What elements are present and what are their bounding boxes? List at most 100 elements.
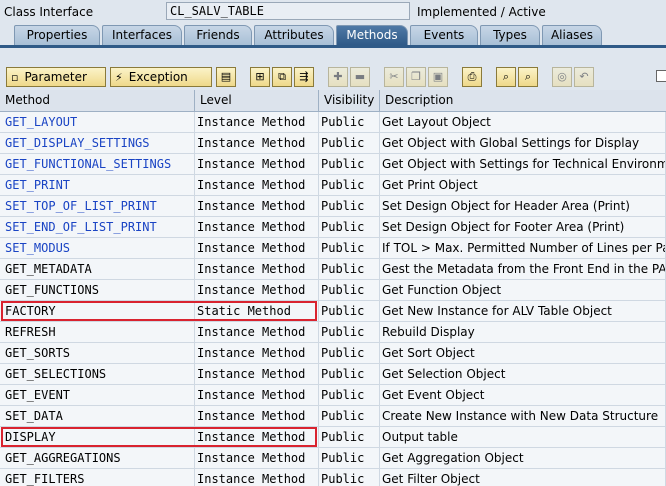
tab-types[interactable]: Types: [480, 25, 540, 45]
level-cell: Instance Method: [195, 322, 319, 342]
method-cell[interactable]: GET_SELECTIONS: [0, 364, 195, 384]
insert-icon[interactable]: ⊞: [250, 67, 270, 87]
table-row[interactable]: DISPLAY Instance Method Public Output table: [0, 427, 666, 448]
table-row[interactable]: FACTORY Static Method Public Get New Instan…: [0, 301, 666, 322]
description-cell: Create New Instance with New Data Struct…: [380, 406, 666, 426]
visibility-cell: Public: [319, 448, 380, 468]
tab-methods[interactable]: Methods: [336, 25, 408, 45]
clipboard-icon[interactable]: ▣: [428, 67, 448, 87]
level-cell: Instance Method: [195, 385, 319, 405]
table-row[interactable]: GET_LAYOUT Instance Method Public Get Layou…: [0, 112, 666, 133]
description-cell: Set Design Object for Footer Area (Print…: [380, 217, 666, 237]
level-cell: Instance Method: [195, 406, 319, 426]
description-cell: Set Design Object for Header Area (Print…: [380, 196, 666, 216]
visibility-cell: Public: [319, 322, 380, 342]
find-icon[interactable]: ⌕: [496, 67, 516, 87]
visibility-cell: Public: [319, 427, 380, 447]
method-cell[interactable]: GET_METADATA: [0, 259, 195, 279]
method-cell[interactable]: GET_SORTS: [0, 343, 195, 363]
cut-icon[interactable]: ✂: [384, 67, 404, 87]
delete-icon[interactable]: ▬: [350, 67, 370, 87]
table-row[interactable]: GET_PRINT Instance Method Public Get Print …: [0, 175, 666, 196]
tab-events[interactable]: Events: [410, 25, 478, 45]
table-row[interactable]: GET_FUNCTIONS Instance Method Public Get Fu…: [0, 280, 666, 301]
level-cell: Static Method: [195, 301, 319, 321]
table-row[interactable]: SET_DATA Instance Method Public Create New …: [0, 406, 666, 427]
description-cell: Get Event Object: [380, 385, 666, 405]
method-cell[interactable]: GET_EVENT: [0, 385, 195, 405]
method-cell[interactable]: GET_FILTERS: [0, 469, 195, 486]
column-header-level[interactable]: Level: [195, 90, 319, 111]
description-cell: Get Filter Object: [380, 469, 666, 486]
exception-button[interactable]: ⚡ Exception: [110, 67, 212, 87]
navigate-icon[interactable]: ⇶: [294, 67, 314, 87]
method-cell[interactable]: REFRESH: [0, 322, 195, 342]
method-cell[interactable]: GET_DISPLAY_SETTINGS: [0, 133, 195, 153]
method-cell[interactable]: GET_LAYOUT: [0, 112, 195, 132]
description-cell: Get Layout Object: [380, 112, 666, 132]
source-code-icon[interactable]: ▤: [216, 67, 236, 87]
method-cell[interactable]: DISPLAY: [0, 427, 195, 447]
tab-aliases[interactable]: Aliases: [542, 25, 602, 45]
table-row[interactable]: GET_SELECTIONS Instance Method Public Get S…: [0, 364, 666, 385]
method-cell[interactable]: SET_DATA: [0, 406, 195, 426]
tab-interfaces[interactable]: Interfaces: [102, 25, 182, 45]
column-header-visibility[interactable]: Visibility: [319, 90, 380, 111]
method-cell[interactable]: GET_PRINT: [0, 175, 195, 195]
table-row[interactable]: GET_METADATA Instance Method Public Gest th…: [0, 259, 666, 280]
table-row[interactable]: GET_FUNCTIONAL_SETTINGS Instance Method Pu…: [0, 154, 666, 175]
class-name-field[interactable]: CL_SALV_TABLE: [166, 2, 410, 20]
method-cell[interactable]: SET_MODUS: [0, 238, 195, 258]
table-row[interactable]: GET_DISPLAY_SETTINGS Instance Method Publi…: [0, 133, 666, 154]
table-row[interactable]: SET_MODUS Instance Method Public If TOL > M…: [0, 238, 666, 259]
level-cell: Instance Method: [195, 238, 319, 258]
table-row[interactable]: GET_AGGREGATIONS Instance Method Public Get…: [0, 448, 666, 469]
table-row[interactable]: SET_TOP_OF_LIST_PRINT Instance Method Publ…: [0, 196, 666, 217]
level-cell: Instance Method: [195, 469, 319, 486]
add-icon[interactable]: ✚: [328, 67, 348, 87]
level-cell: Instance Method: [195, 427, 319, 447]
method-cell[interactable]: SET_TOP_OF_LIST_PRINT: [0, 196, 195, 216]
table-row[interactable]: GET_EVENT Instance Method Public Get Event …: [0, 385, 666, 406]
level-cell: Instance Method: [195, 133, 319, 153]
table-row[interactable]: REFRESH Instance Method Public Rebuild Disp…: [0, 322, 666, 343]
level-cell: Instance Method: [195, 343, 319, 363]
table-row[interactable]: GET_FILTERS Instance Method Public Get Filt…: [0, 469, 666, 486]
description-cell: Output table: [380, 427, 666, 447]
description-cell: Get New Instance for ALV Table Object: [380, 301, 666, 321]
copy-icon[interactable]: ⧉: [272, 67, 292, 87]
level-cell: Instance Method: [195, 154, 319, 174]
visibility-cell: Public: [319, 343, 380, 363]
print-icon[interactable]: ⎙: [462, 67, 482, 87]
tab-strip: Properties Interfaces Friends Attributes…: [0, 24, 666, 46]
column-header-description[interactable]: Description: [380, 90, 666, 111]
method-cell[interactable]: FACTORY: [0, 301, 195, 321]
table-row[interactable]: SET_END_OF_LIST_PRINT Instance Method Publ…: [0, 217, 666, 238]
tab-properties[interactable]: Properties: [14, 25, 100, 45]
method-cell[interactable]: SET_END_OF_LIST_PRINT: [0, 217, 195, 237]
visibility-cell: Public: [319, 469, 380, 486]
level-cell: Instance Method: [195, 259, 319, 279]
parameter-button[interactable]: ▫ Parameter: [6, 67, 106, 87]
find-next-icon[interactable]: ⌕: [518, 67, 538, 87]
detail-icon[interactable]: ◎: [552, 67, 572, 87]
method-cell[interactable]: GET_AGGREGATIONS: [0, 448, 195, 468]
description-cell: Gest the Metadata from the Front End in …: [380, 259, 666, 279]
tab-friends[interactable]: Friends: [184, 25, 252, 45]
method-cell[interactable]: GET_FUNCTIONS: [0, 280, 195, 300]
methods-table: Method Level Visibility Description GET_…: [0, 90, 666, 486]
table-row[interactable]: GET_SORTS Instance Method Public Get Sort O…: [0, 343, 666, 364]
visibility-cell: Public: [319, 217, 380, 237]
undo-icon[interactable]: ↶: [574, 67, 594, 87]
tab-attributes[interactable]: Attributes: [254, 25, 334, 45]
method-cell[interactable]: GET_FUNCTIONAL_SETTINGS: [0, 154, 195, 174]
visibility-cell: Public: [319, 196, 380, 216]
toolbar-checkbox[interactable]: [656, 70, 666, 82]
paste-icon[interactable]: ❐: [406, 67, 426, 87]
description-cell: Get Function Object: [380, 280, 666, 300]
level-cell: Instance Method: [195, 448, 319, 468]
level-cell: Instance Method: [195, 217, 319, 237]
parameter-icon: ▫: [11, 71, 19, 84]
column-header-method[interactable]: Method: [0, 90, 195, 111]
exception-icon: ⚡: [115, 71, 123, 84]
